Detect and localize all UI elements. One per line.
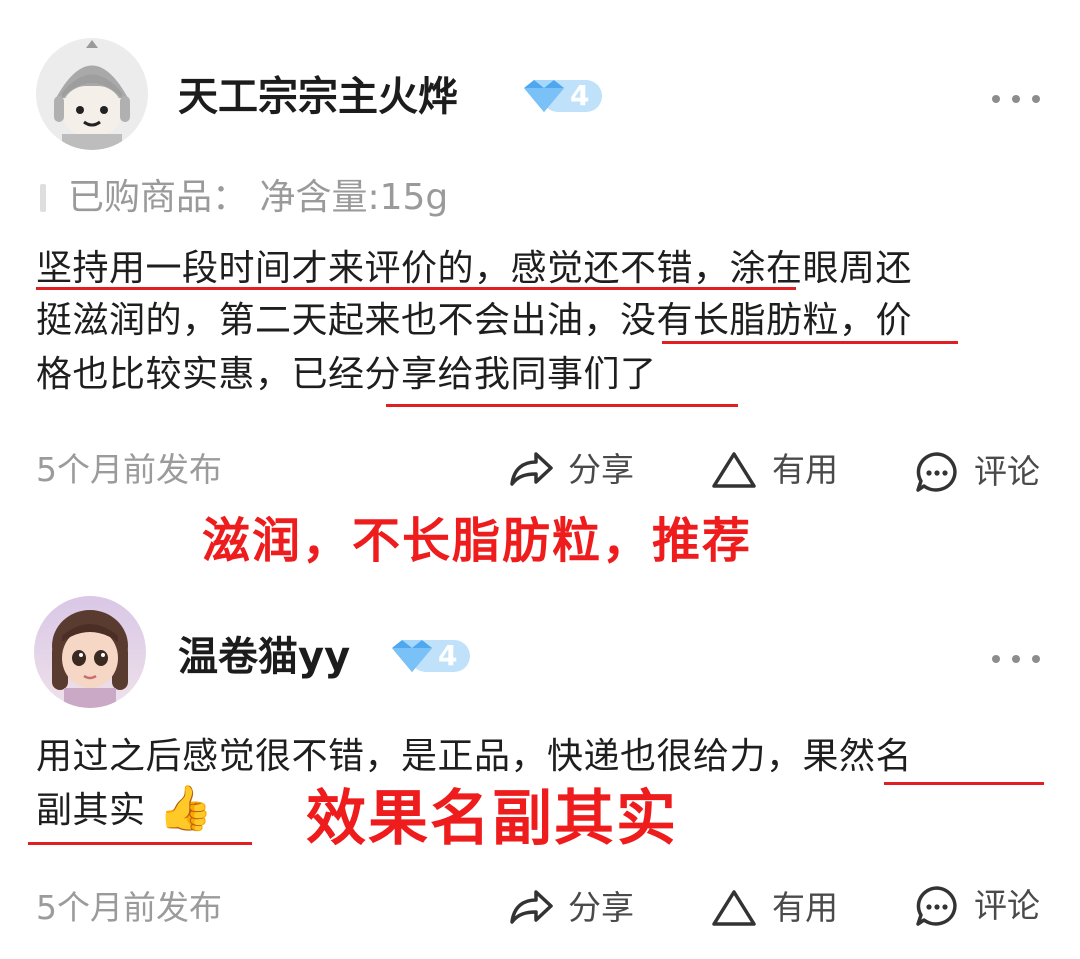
annotation-text: 效果名副其实 xyxy=(306,784,678,854)
triangle-icon xyxy=(712,890,756,926)
username[interactable]: 温卷猫yy xyxy=(178,632,350,682)
highlight-underline xyxy=(884,782,1044,785)
share-label: 分享 xyxy=(568,888,634,927)
useful-label: 有用 xyxy=(772,450,838,489)
useful-button[interactable]: 有用 xyxy=(710,888,838,928)
level-number: 4 xyxy=(570,79,590,112)
level-badge: 4 xyxy=(388,636,472,676)
highlight-underline xyxy=(662,341,958,344)
comment-label: 评论 xyxy=(974,886,1040,925)
comment-bubble-icon xyxy=(916,886,957,926)
share-button[interactable]: 分享 xyxy=(508,888,634,928)
username[interactable]: 天工宗宗主火烨 xyxy=(178,72,458,122)
share-icon xyxy=(510,452,553,486)
level-number: 4 xyxy=(438,639,458,672)
highlight-underline xyxy=(36,287,796,290)
comment-label: 评论 xyxy=(974,452,1040,491)
review-text-line: 用过之后感觉很不错，是正品，快递也很给力，果然名 xyxy=(36,736,913,777)
review-text-line: 副其实 xyxy=(36,790,146,831)
avatar[interactable] xyxy=(36,38,148,150)
annotation-text: 滋润，不长脂肪粒，推荐 xyxy=(202,513,753,569)
level-badge: 4 xyxy=(520,76,604,116)
purchased-product: 已购商品： 净含量:15g xyxy=(68,177,449,218)
thumbs-up-emoji: 👍 xyxy=(158,783,213,834)
purchased-marker xyxy=(40,184,46,212)
post-time: 5个月前发布 xyxy=(36,450,222,489)
triangle-icon xyxy=(712,452,756,488)
review-text-line: 挺滋润的，第二天起来也不会出油，没有长脂肪粒，价 xyxy=(36,300,913,341)
post-time: 5个月前发布 xyxy=(36,888,222,927)
highlight-underline xyxy=(386,404,738,407)
share-button[interactable]: 分享 xyxy=(508,450,634,490)
share-label: 分享 xyxy=(568,450,634,489)
useful-label: 有用 xyxy=(772,888,838,927)
useful-button[interactable]: 有用 xyxy=(710,450,838,490)
more-dots-icon[interactable] xyxy=(992,88,1044,103)
highlight-underline xyxy=(28,842,252,845)
comment-bubble-icon xyxy=(916,452,957,492)
avatar[interactable] xyxy=(34,596,146,708)
share-icon xyxy=(510,890,553,924)
comment-button[interactable]: 评论 xyxy=(914,450,1040,494)
more-dots-icon[interactable] xyxy=(992,648,1044,663)
comment-button[interactable]: 评论 xyxy=(914,884,1040,928)
review-text-line: 格也比较实惠，已经分享给我同事们了 xyxy=(36,354,657,395)
